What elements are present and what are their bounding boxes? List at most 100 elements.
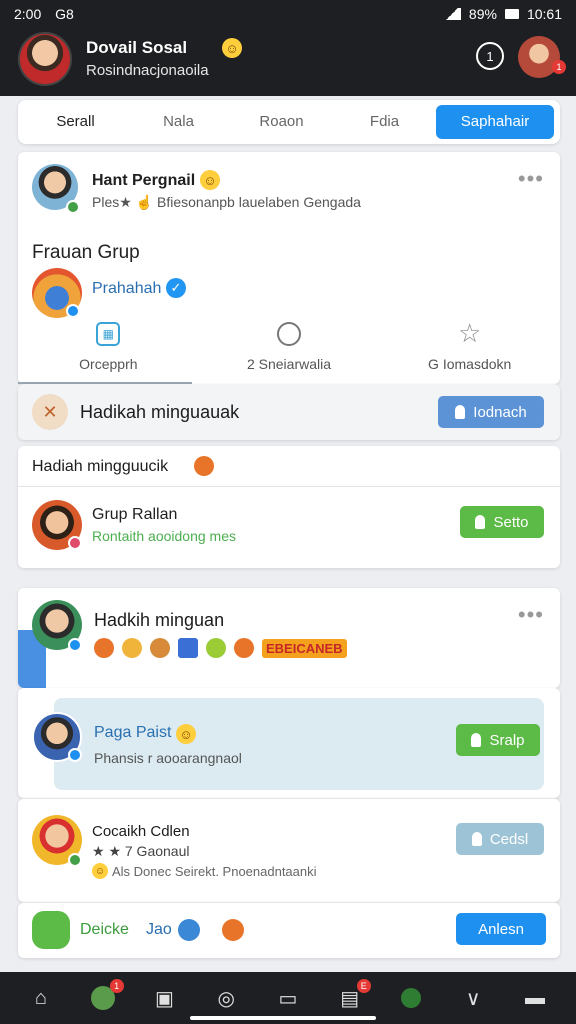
suggestion-card: Cocaikh Cdlen ★ ★ 7 Gaonaul ☺ Als Donec … [18, 798, 560, 902]
nav-badge: 1 [109, 979, 124, 993]
suggestion-sub: Als Donec Seirekt. Pnoenadntaanki [112, 864, 317, 879]
inbox-icon[interactable]: ▤ E [337, 979, 371, 1011]
map-icon[interactable]: 1 [90, 979, 124, 1011]
tab-fdia[interactable]: Fdia [333, 105, 436, 139]
fire-emoji-icon [94, 638, 114, 658]
post-tag: EBEICANEB [262, 638, 347, 658]
suggestion-name[interactable]: Paga Paist [94, 724, 171, 742]
tray-icon[interactable]: ▬ [522, 985, 548, 1011]
action-share[interactable]: 2 Sneiarwalia [199, 316, 380, 384]
post-author-name[interactable]: Hadkih minguan [94, 610, 224, 631]
tab-nala[interactable]: Nala [127, 105, 230, 139]
smile-emoji-icon: ☺ [222, 38, 242, 58]
suggestion-name[interactable]: Cocaikh Cdlen [92, 823, 190, 840]
action-button-label: Anlesn [478, 920, 524, 938]
verified-badge-icon: ✓ [166, 278, 186, 298]
bottom-label: Deicke [80, 921, 129, 938]
globe-icon[interactable]: ◎ [213, 985, 239, 1011]
camera-icon[interactable]: ▣ [151, 985, 177, 1011]
header-title: Dovail Sosal [86, 38, 188, 57]
post-card: Hadkih minguan ••• EBEICANEB [18, 588, 560, 688]
join-button-label: Iodnach [473, 403, 527, 421]
person-icon [471, 733, 482, 747]
verified-dot-icon [68, 748, 82, 762]
tab-saphahair[interactable]: Saphahair [436, 105, 554, 139]
face-emoji-icon [222, 919, 244, 941]
bottom-row: Deicke Jao Anlesn [18, 902, 560, 958]
status-carrier: G8 [55, 6, 74, 22]
post-author-name[interactable]: Hant Pergnail [92, 172, 195, 190]
chat-icon[interactable] [32, 911, 70, 949]
header-badge: 1 [552, 60, 566, 74]
smile-emoji-icon: ☺ [176, 724, 196, 744]
tab-bar: Serall Nala Roaon Fdia Saphahair [18, 100, 560, 144]
signal-icon [442, 8, 461, 20]
battery-percent: 89% [468, 6, 497, 22]
profile-avatar[interactable] [18, 32, 72, 86]
battery-icon [504, 9, 519, 19]
home-icon[interactable]: ⌂ [28, 985, 54, 1011]
chevron-icon[interactable]: ∨ [460, 985, 486, 1011]
status-dot-icon [68, 536, 82, 550]
join-button[interactable]: Setto [460, 506, 544, 538]
suggestion-card: Paga Paist ☺ Phansis r aooarangnaol Sral… [18, 688, 560, 798]
bird-icon: ✕ [32, 394, 68, 430]
suggestion-meta: ★ ★ 7 Gaonaul [92, 843, 190, 859]
image-icon: ▦ [96, 322, 121, 346]
tab-roaon[interactable]: Roaon [230, 105, 333, 139]
join-button-label: Cedsl [489, 830, 529, 848]
online-dot-icon [68, 853, 82, 867]
leaf-icon[interactable] [398, 985, 424, 1011]
home-indicator [190, 1016, 376, 1020]
person-icon [471, 832, 482, 846]
post-card: Hant Pergnail ☺ Ples★ ☝ Bfiesonanpb laue… [18, 152, 560, 384]
status-bar: 2:00 G8 89% 10:61 [0, 0, 576, 28]
book-emoji-icon [178, 638, 198, 658]
suggestion-card: Hadiah mingguucik Grup Rallan Rontaith a… [18, 446, 560, 568]
action-orcepprh[interactable]: ▦ Orcepprh [18, 316, 199, 384]
action-label: 2 Sneiarwalia [246, 356, 332, 372]
smile-emoji-icon: ☺ [92, 863, 108, 879]
divider [18, 486, 560, 487]
bottom-label-2: Jao [146, 921, 172, 938]
refresh-icon [277, 322, 301, 346]
more-options-icon[interactable]: ••• [518, 602, 544, 628]
smile-emoji-icon: ☺ [200, 170, 220, 190]
join-button[interactable]: Cedsl [456, 823, 544, 855]
suggestion-sub: Phansis r aooarangnaol [94, 750, 242, 766]
suggestion-name[interactable]: Grup Rallan [92, 506, 177, 524]
group-title: Frauan Grup [32, 242, 140, 263]
tv-icon[interactable]: ▭ [275, 985, 301, 1011]
post-actions: ▦ Orcepprh 2 Sneiarwalia ☆ G Iomasdokn [18, 316, 560, 384]
verified-dot-icon [68, 638, 82, 652]
status-right-text: 10:61 [526, 6, 562, 22]
banner-label: Hadikah minguauak [80, 402, 240, 422]
action-label: G Iomasdokn [428, 356, 512, 372]
app-header: Dovail Sosal ☺ Rosindnacjonaoila 1 1 [0, 28, 576, 96]
nav-badge: E [356, 979, 371, 993]
action-favorite[interactable]: ☆ G Iomasdokn [379, 316, 560, 384]
join-button-label: Setto [493, 513, 529, 531]
tab-serall[interactable]: Serall [24, 105, 127, 139]
status-time: 2:00 [14, 6, 42, 22]
more-options-icon[interactable]: ••• [518, 166, 544, 192]
header-subtitle: Rosindnacjonaoila [86, 62, 209, 79]
online-dot-icon [66, 200, 80, 214]
person-icon [455, 405, 466, 419]
coin-emoji-icon [234, 638, 254, 658]
section-emoji-icon [194, 456, 214, 476]
join-button-label: Sralp [489, 731, 525, 749]
notifications-icon[interactable]: 1 [476, 42, 504, 70]
action-label: Orcepprh [79, 356, 138, 372]
star-icon: ☆ [458, 318, 482, 348]
person-icon [475, 515, 486, 529]
join-button[interactable]: Sralp [456, 724, 540, 756]
group-banner: ✕ Hadikah minguauak Iodnach [18, 384, 560, 440]
reaction-row: EBEICANEB [94, 638, 347, 658]
burger-emoji-icon [150, 638, 170, 658]
post-description: Ples★ ☝ Bfiesonanpb lauelaben Gengada [92, 194, 361, 210]
section-title: Hadiah mingguucik [32, 458, 169, 475]
join-button[interactable]: Iodnach [438, 396, 544, 428]
page-name[interactable]: Prahahah [92, 280, 161, 298]
action-button[interactable]: Anlesn [456, 913, 546, 945]
